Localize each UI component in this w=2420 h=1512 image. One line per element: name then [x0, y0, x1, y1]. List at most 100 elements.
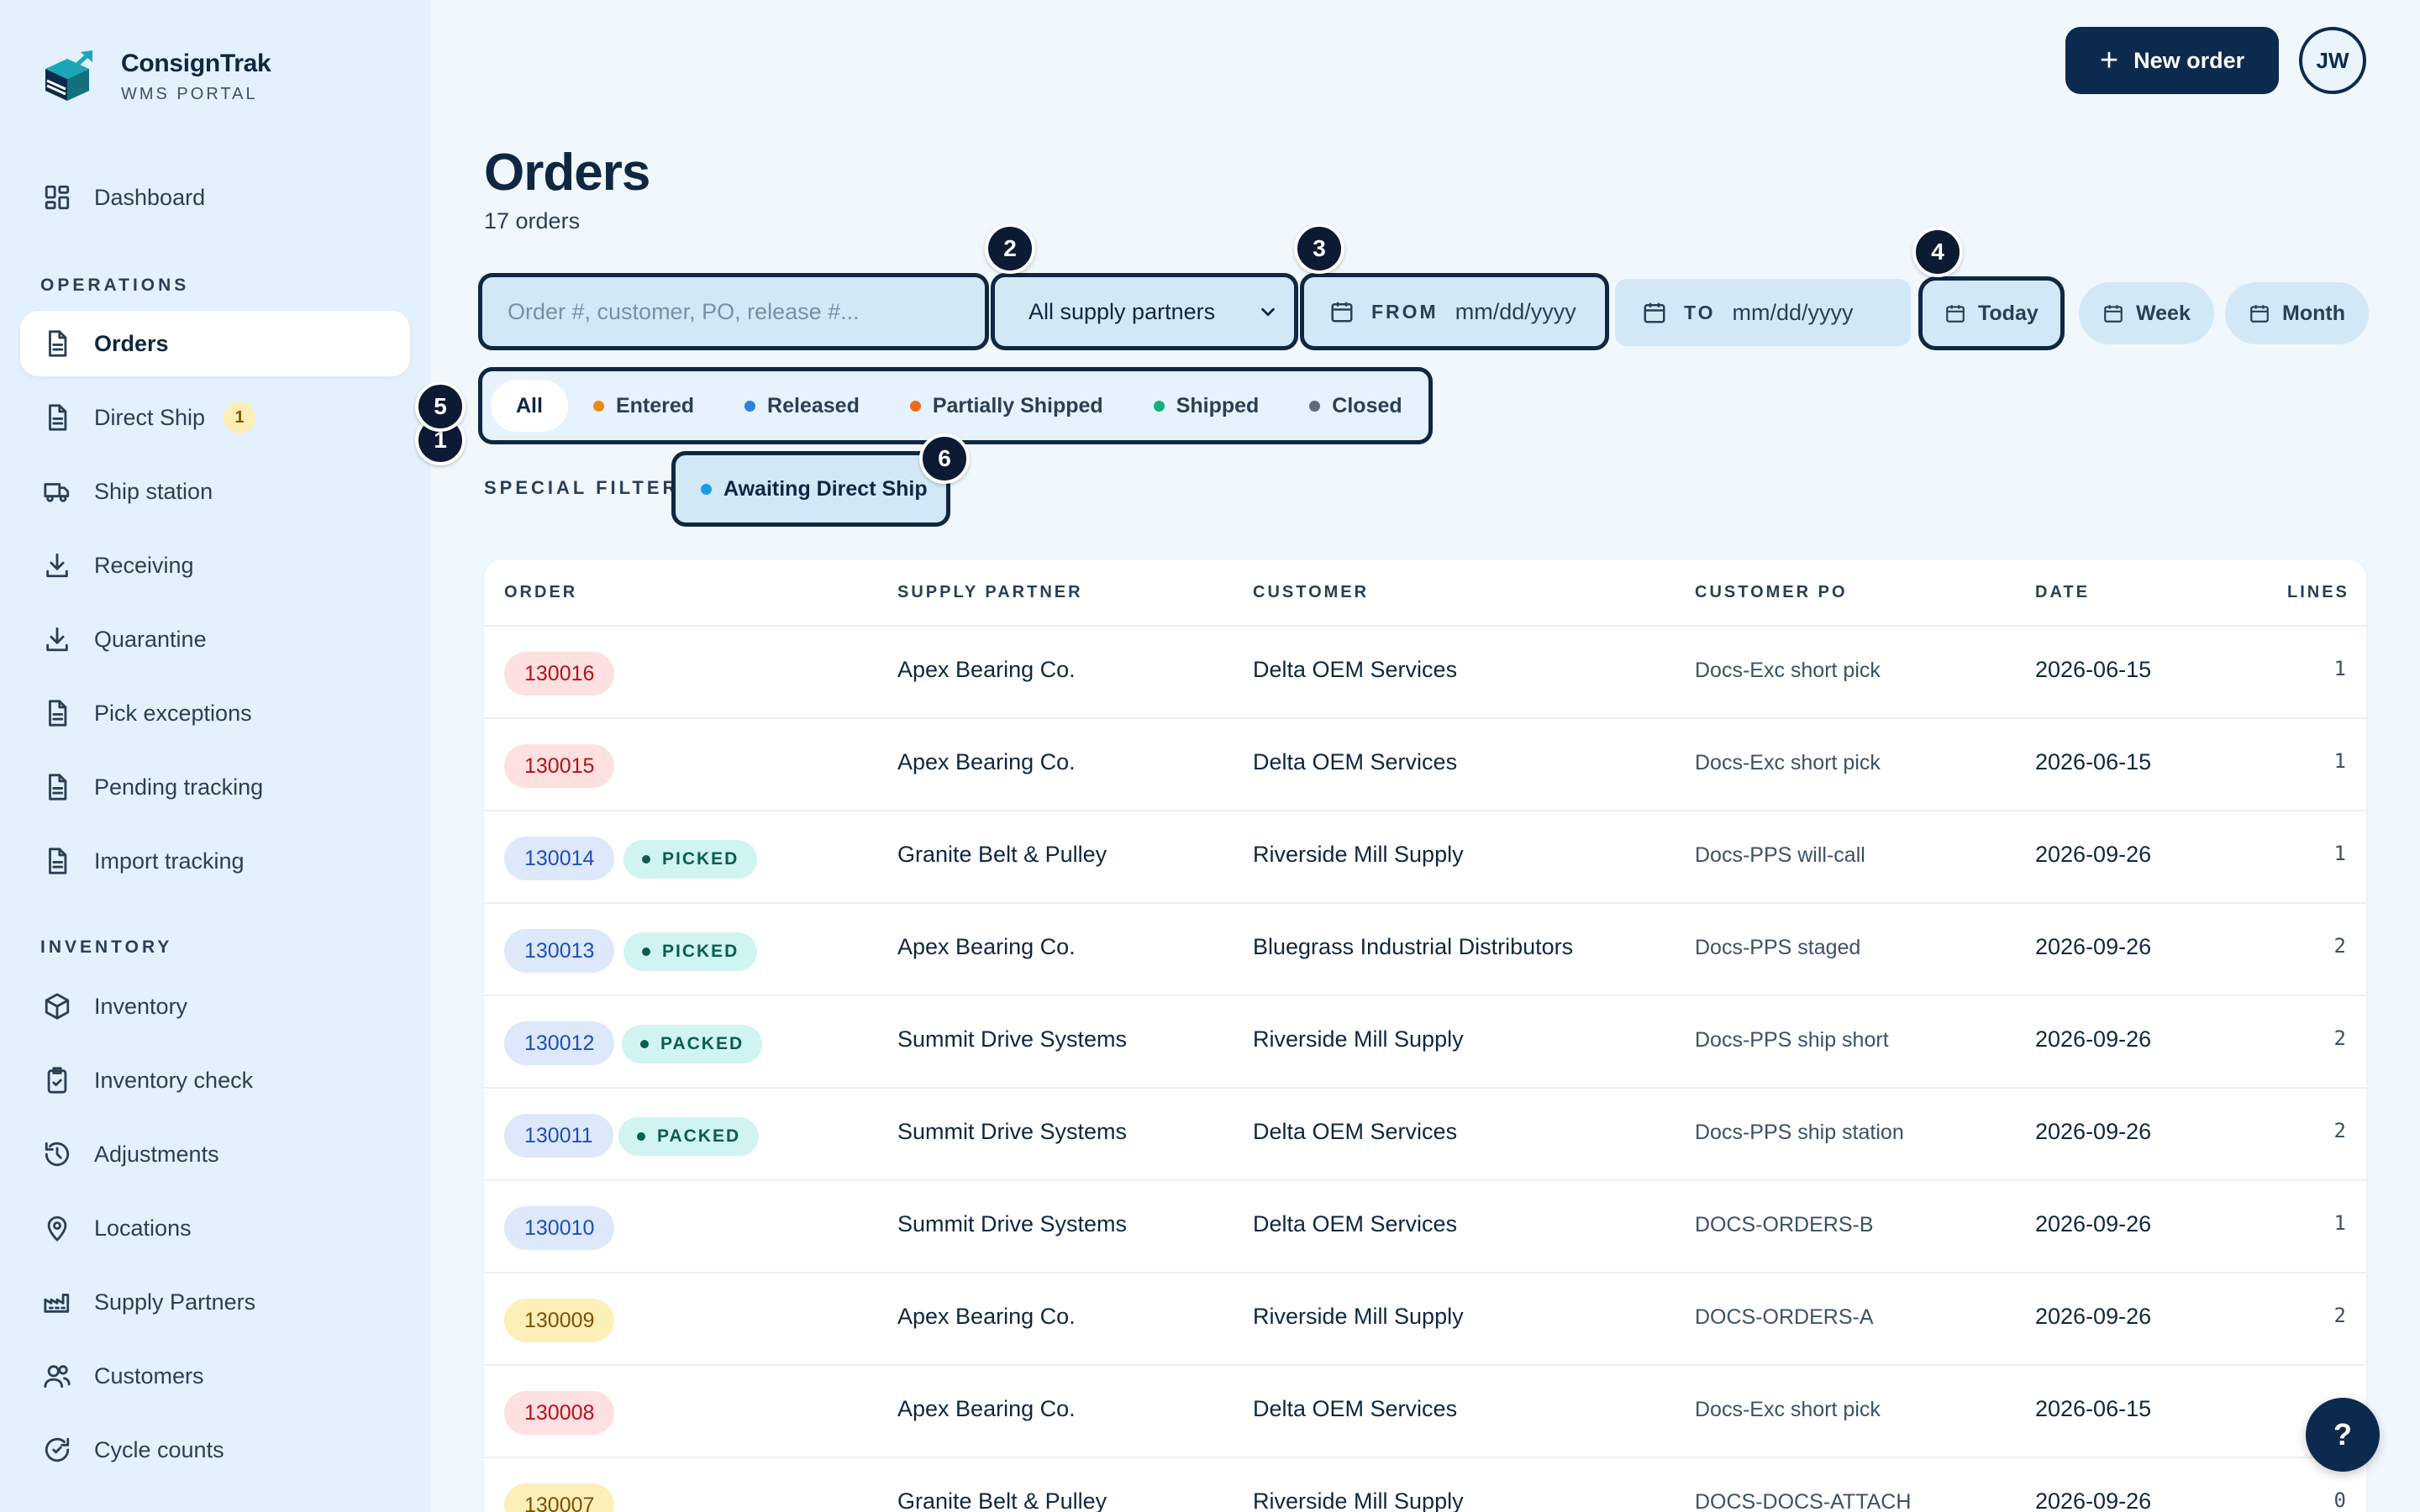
- sidebar-item-orders[interactable]: Orders: [20, 311, 410, 376]
- status-filter-partially-shipped[interactable]: Partially Shipped: [885, 380, 1128, 432]
- chevron-down-icon: [1261, 307, 1275, 317]
- search-input[interactable]: Order #, customer, PO, release #...: [478, 273, 989, 350]
- help-button[interactable]: ?: [2306, 1398, 2380, 1472]
- sidebar-item-supply-partners[interactable]: Supply Partners: [20, 1269, 410, 1335]
- from-date-input[interactable]: FROM mm/dd/yyyy: [1300, 273, 1609, 350]
- order-number-pill[interactable]: 130015: [504, 744, 615, 788]
- col-header-order[interactable]: ORDER: [504, 583, 577, 602]
- to-date-value: mm/dd/yyyy: [1732, 299, 1854, 325]
- customer-po-cell: Docs-PPS ship station: [1695, 1121, 1904, 1144]
- week-button[interactable]: Week: [2079, 282, 2214, 344]
- brand[interactable]: ConsignTrak WMS PORTAL: [40, 47, 271, 106]
- history-icon: [42, 1139, 72, 1169]
- sidebar-item-ship-station[interactable]: Ship station: [20, 459, 410, 524]
- table-row[interactable]: 130013 PICKED Apex Bearing Co. Bluegrass In…: [484, 902, 2366, 995]
- calendar-icon: [2104, 305, 2123, 323]
- date-cell: 2026-09-26: [2035, 1304, 2152, 1329]
- sidebar-item-label: Inventory: [94, 993, 188, 1019]
- supply-partner-select[interactable]: All supply partners: [991, 273, 1298, 350]
- sidebar-item-inventory[interactable]: Inventory: [20, 974, 410, 1039]
- sidebar-item-cycle-counts[interactable]: Cycle counts: [20, 1417, 410, 1483]
- sidebar-item-pick-exceptions[interactable]: Pick exceptions: [20, 680, 410, 746]
- sidebar-item-customers[interactable]: Customers: [20, 1343, 410, 1409]
- table-row[interactable]: 130009 Apex Bearing Co. Riverside Mill Sup…: [484, 1272, 2366, 1364]
- status-filter-closed[interactable]: Closed: [1284, 380, 1427, 432]
- status-filter-entered[interactable]: Entered: [568, 380, 719, 432]
- month-label: Month: [2282, 301, 2345, 325]
- status-dot: [640, 1040, 649, 1048]
- col-header-supply-partner[interactable]: SUPPLY PARTNER: [897, 583, 1083, 602]
- status-filter-shipped[interactable]: Shipped: [1128, 380, 1285, 432]
- order-number-pill[interactable]: 130012: [504, 1021, 615, 1065]
- from-date-value: mm/dd/yyyy: [1455, 298, 1576, 324]
- supply-partner-cell: Apex Bearing Co.: [897, 1304, 1076, 1329]
- supply-partner-cell: Apex Bearing Co.: [897, 749, 1076, 774]
- date-cell: 2026-06-15: [2035, 657, 2152, 682]
- table-row[interactable]: 130007 Granite Belt & Pulley Riverside Mil…: [484, 1457, 2366, 1512]
- order-number-pill[interactable]: 130010: [504, 1206, 615, 1250]
- tag-label: PICKED: [662, 849, 739, 869]
- sidebar-item-quarantine[interactable]: Quarantine: [20, 606, 410, 672]
- logo-icon: [45, 50, 92, 101]
- order-number-pill[interactable]: 130016: [504, 652, 615, 696]
- avatar[interactable]: JW: [2299, 27, 2366, 94]
- status-label: Shipped: [1176, 393, 1260, 417]
- table-row[interactable]: 130016 Apex Bearing Co. Delta OEM Services…: [484, 625, 2366, 717]
- lines-cell: 2: [2333, 934, 2346, 958]
- order-number-pill[interactable]: 130013: [504, 929, 615, 973]
- table-row[interactable]: 130015 Apex Bearing Co. Delta OEM Services…: [484, 717, 2366, 810]
- month-button[interactable]: Month: [2225, 282, 2369, 344]
- sidebar-item-receiving[interactable]: Receiving: [20, 533, 410, 598]
- lines-cell: 1: [2333, 1211, 2346, 1235]
- status-dot: [642, 855, 650, 864]
- sidebar-item-inventory-check[interactable]: Inventory check: [20, 1047, 410, 1113]
- sidebar-item-label: Direct Ship: [94, 404, 206, 430]
- col-header-lines[interactable]: LINES: [2287, 583, 2349, 602]
- table-row[interactable]: 130014 PICKED Granite Belt & Pulley Riversi…: [484, 810, 2366, 902]
- col-header-customer-po[interactable]: CUSTOMER PO: [1695, 583, 1848, 602]
- status-filter-all[interactable]: All: [491, 380, 568, 432]
- supply-partner-cell: Apex Bearing Co.: [897, 657, 1076, 682]
- sidebar-item-direct-ship[interactable]: Direct Ship 1: [20, 385, 410, 450]
- order-number-pill[interactable]: 130008: [504, 1391, 615, 1435]
- customer-po-cell: DOCS-ORDERS-A: [1695, 1305, 1874, 1329]
- date-cell: 2026-09-26: [2035, 934, 2152, 959]
- document-icon: [42, 698, 72, 728]
- sidebar-item-label: Import tracking: [94, 848, 245, 874]
- sidebar-item-locations[interactable]: Locations: [20, 1195, 410, 1261]
- to-date-input[interactable]: TO mm/dd/yyyy: [1615, 279, 1911, 346]
- table-row[interactable]: 130011 PACKED Summit Drive Systems Delta OE…: [484, 1087, 2366, 1179]
- special-filters-label: SPECIAL FILTERS: [484, 477, 696, 498]
- order-number-pill[interactable]: 130007: [504, 1483, 615, 1512]
- fulfillment-status-tag: PACKED: [618, 1117, 760, 1156]
- status-dot: [1153, 400, 1165, 412]
- sidebar-item-adjustments[interactable]: Adjustments: [20, 1121, 410, 1187]
- table-row[interactable]: 130010 Summit Drive Systems Delta OEM Serv…: [484, 1179, 2366, 1272]
- new-order-button[interactable]: + New order: [2065, 27, 2279, 94]
- awaiting-direct-ship-filter[interactable]: Awaiting Direct Ship: [671, 451, 950, 527]
- col-header-date[interactable]: DATE: [2035, 583, 2090, 602]
- sidebar-item-import-tracking[interactable]: Import tracking: [20, 828, 410, 894]
- customer-po-cell: Docs-PPS staged: [1695, 936, 1861, 959]
- order-number-pill[interactable]: 130014: [504, 837, 615, 880]
- sidebar-item-label: Dashboard: [94, 184, 206, 210]
- today-button[interactable]: Today: [1918, 276, 2065, 350]
- status-label: Released: [767, 393, 860, 417]
- customer-cell: Bluegrass Industrial Distributors: [1253, 934, 1574, 959]
- order-number-pill[interactable]: 130011: [504, 1114, 613, 1158]
- customer-cell: Delta OEM Services: [1253, 1396, 1458, 1421]
- customer-po-cell: Docs-PPS ship short: [1695, 1028, 1889, 1052]
- col-header-customer[interactable]: CUSTOMER: [1253, 583, 1369, 602]
- document-icon: [42, 328, 72, 359]
- lines-cell: 2: [2333, 1026, 2346, 1050]
- table-row[interactable]: 130012 PACKED Summit Drive Systems Riversid…: [484, 995, 2366, 1087]
- special-chip-label: Awaiting Direct Ship: [723, 476, 928, 501]
- sidebar-item-dashboard[interactable]: Dashboard: [20, 165, 410, 230]
- status-dot: [637, 1132, 645, 1141]
- map-pin-icon: [42, 1213, 72, 1243]
- status-filter-released[interactable]: Released: [719, 380, 885, 432]
- order-number-pill[interactable]: 130009: [504, 1299, 615, 1342]
- sidebar-item-pending-tracking[interactable]: Pending tracking: [20, 754, 410, 820]
- customer-cell: Delta OEM Services: [1253, 749, 1458, 774]
- table-row[interactable]: 130008 Apex Bearing Co. Delta OEM Services…: [484, 1364, 2366, 1457]
